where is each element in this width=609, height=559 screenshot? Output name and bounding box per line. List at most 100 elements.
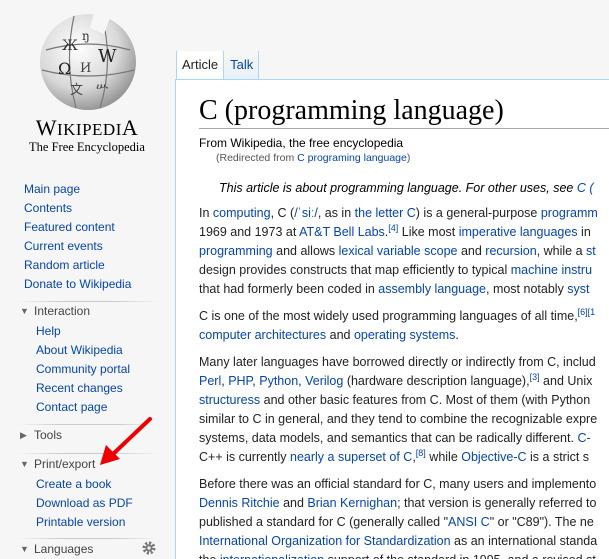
svg-text:И: И xyxy=(80,61,91,76)
article-link[interactable]: recursion xyxy=(485,244,536,258)
redirect-note: (Redirected from C programing language) xyxy=(216,152,410,164)
nav-donate[interactable]: Donate to Wikipedia xyxy=(24,275,131,294)
article-link[interactable]: computing xyxy=(213,206,271,220)
wikipedia-wordmark: WIKIPEDIA xyxy=(35,115,139,140)
hatnote-text: This article is about programming langua… xyxy=(219,181,577,195)
article-link[interactable]: lexical variable scope xyxy=(339,244,458,258)
svg-text:Ω: Ω xyxy=(58,59,71,78)
article-link[interactable]: assembly language xyxy=(378,282,486,296)
article-link[interactable]: machine instru xyxy=(511,263,592,277)
article-link[interactable]: syst xyxy=(567,282,589,296)
article-link[interactable]: internationalization xyxy=(220,553,324,559)
wikipedia-logo[interactable]: Ж ŋ W Ω И 文 ሡ WIKIPEDIA The Free Encyclo… xyxy=(14,2,160,160)
article-line: In computing, C (/ˈsiː/, as in the lette… xyxy=(199,204,598,223)
nav-recent-changes[interactable]: Recent changes xyxy=(36,379,130,398)
article-line: C++ is currently nearly a superset of C,… xyxy=(199,448,598,467)
print-export-navigation: Create a book Download as PDF Printable … xyxy=(36,475,133,532)
article-link[interactable]: structuress xyxy=(199,393,260,407)
nav-printable-version[interactable]: Printable version xyxy=(36,513,133,532)
reference-link[interactable]: [4] xyxy=(388,223,398,233)
reference-link[interactable]: [6][1 xyxy=(578,307,596,317)
sidebar: Ж ŋ W Ω И 文 ሡ WIKIPEDIA The Free Encyclo… xyxy=(0,0,176,556)
article-text: C++ is currently xyxy=(199,450,291,464)
nav-about-wikipedia[interactable]: About Wikipedia xyxy=(36,341,130,360)
article-line: Before there was an official standard fo… xyxy=(199,475,598,494)
article-link[interactable]: computer architectures xyxy=(199,328,326,342)
article-link[interactable]: Brian Kernighan xyxy=(307,496,397,510)
article-link[interactable]: Python xyxy=(259,374,298,388)
article-link[interactable]: st xyxy=(586,244,596,258)
article-link[interactable]: imperative languages xyxy=(459,225,578,239)
reference-link[interactable]: [8] xyxy=(416,448,426,458)
tab-article[interactable]: Article xyxy=(176,51,225,79)
article-link[interactable]: ANSI C xyxy=(448,515,490,529)
nav-random-article[interactable]: Random article xyxy=(24,256,131,275)
page-title: C (programming language) xyxy=(199,95,504,126)
article-line xyxy=(199,467,598,475)
hatnote-link[interactable]: C ( xyxy=(577,181,594,195)
portal-print-export-heading[interactable]: ▼ Print/export xyxy=(20,457,95,471)
article-text: published a standard for C (generally ca… xyxy=(199,515,449,529)
article-link[interactable]: nearly a superset of C xyxy=(290,450,412,464)
article-link[interactable]: International Organization for Standardi… xyxy=(199,534,451,548)
nav-help[interactable]: Help xyxy=(36,322,130,341)
portal-languages-heading[interactable]: ▼ Languages xyxy=(20,542,93,556)
redirect-link[interactable]: C programing language xyxy=(297,152,407,164)
article-text: Like most xyxy=(398,225,459,239)
article-text: in xyxy=(577,225,591,239)
article-link[interactable]: Objective-C xyxy=(461,450,526,464)
article-text: (hardware description language), xyxy=(343,374,530,388)
article-link[interactable]: the letter C xyxy=(355,206,416,220)
article-line: programming and allows lexical variable … xyxy=(199,242,598,261)
svg-text:Ж: Ж xyxy=(62,38,78,54)
article-text: systems, data models, and semantics that… xyxy=(199,431,578,445)
article-link[interactable]: programming xyxy=(199,244,273,258)
article-link[interactable]: operating systems xyxy=(354,328,455,342)
nav-community-portal[interactable]: Community portal xyxy=(36,360,130,379)
article-line: the internationalization support of the … xyxy=(199,551,598,559)
nav-main-page[interactable]: Main page xyxy=(24,180,131,199)
divider xyxy=(18,301,158,302)
article-line: Perl, PHP, Python, Verilog (hardware des… xyxy=(199,372,598,391)
article-text: , as in xyxy=(317,206,355,220)
article-text: the xyxy=(199,553,220,559)
article-text: and other basic features from C. Most of… xyxy=(260,393,591,407)
nav-featured-content[interactable]: Featured content xyxy=(24,218,131,237)
puzzle-globe-icon: Ж ŋ W Ω И 文 ሡ xyxy=(40,12,136,110)
article-text: Before there was an official standard fo… xyxy=(199,477,597,491)
article-text: that had formerly been coded in xyxy=(199,282,379,296)
hatnote: This article is about programming langua… xyxy=(219,181,594,195)
nav-create-book[interactable]: Create a book xyxy=(36,475,133,494)
article-line xyxy=(199,345,598,353)
red-arrow-icon xyxy=(100,417,152,465)
article-text: is a strict s xyxy=(526,450,590,464)
nav-contents[interactable]: Contents xyxy=(24,199,131,218)
article-link[interactable]: C- xyxy=(577,431,590,445)
article-line: computer architectures and operating sys… xyxy=(199,326,598,345)
svg-text:ሡ: ሡ xyxy=(96,79,108,93)
portal-interaction-heading[interactable]: ▼ Interaction xyxy=(20,304,90,318)
article-link[interactable]: AT&T Bell Labs xyxy=(299,225,385,239)
article-link[interactable]: Perl xyxy=(199,374,221,388)
article-text: , most notably xyxy=(486,282,568,296)
article-link[interactable]: Dennis Ritchie xyxy=(199,496,280,510)
tab-talk[interactable]: Talk xyxy=(224,51,260,79)
article-link[interactable]: /ˈsiː/ xyxy=(294,206,318,220)
article-line: Dennis Ritchie and Brian Kernighan; that… xyxy=(199,494,598,513)
article-link[interactable]: PHP xyxy=(228,374,252,388)
article-link[interactable]: Verilog xyxy=(305,374,343,388)
nav-current-events[interactable]: Current events xyxy=(24,237,131,256)
page-tabs: Article Talk xyxy=(176,51,260,79)
article-text: 1969 and 1973 at xyxy=(199,225,300,239)
article-text: and xyxy=(279,496,308,510)
wikipedia-tagline: The Free Encyclopedia xyxy=(29,140,145,154)
portal-tools-heading[interactable]: ▶ Tools xyxy=(20,428,62,442)
article-text: . xyxy=(455,328,459,342)
gear-icon[interactable] xyxy=(142,541,156,555)
reference-link[interactable]: [3] xyxy=(530,372,540,382)
redirect-prefix: (Redirected from xyxy=(216,152,298,164)
article-line: systems, data models, and semantics that… xyxy=(199,429,598,448)
article-link[interactable]: programm xyxy=(541,206,598,220)
article-text: and allows xyxy=(272,244,339,258)
nav-download-pdf[interactable]: Download as PDF xyxy=(36,494,133,513)
